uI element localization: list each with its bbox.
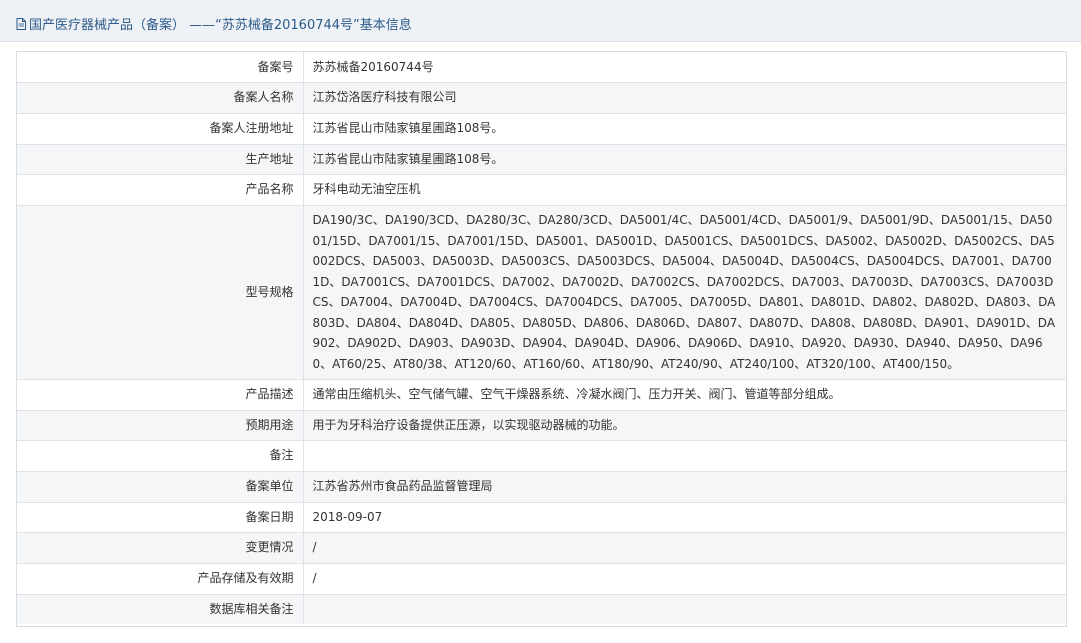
row-label: 产品描述 (17, 379, 304, 411)
row-label: 备注 (17, 440, 304, 472)
row-value: 江苏岱洛医疗科技有限公司 (303, 82, 1066, 114)
document-icon (16, 17, 26, 30)
row-value: / (303, 563, 1066, 595)
row-label: 变更情况 (17, 532, 304, 564)
table-row: 备案号 苏苏械备20160744号 (17, 52, 1066, 83)
row-value: 牙科电动无油空压机 (303, 174, 1066, 206)
info-panel: 备案号 苏苏械备20160744号 备案人名称 江苏岱洛医疗科技有限公司 备案人… (16, 51, 1067, 627)
table-row: 备案人注册地址 江苏省昆山市陆家镇星圃路108号。 (17, 113, 1066, 145)
row-value: DA190/3C、DA190/3CD、DA280/3C、DA280/3CD、DA… (303, 205, 1066, 380)
row-label: 预期用途 (17, 410, 304, 441)
table-row: 生产地址 江苏省昆山市陆家镇星圃路108号。 (17, 144, 1066, 175)
row-value: 用于为牙科治疗设备提供正压源，以实现驱动器械的功能。 (303, 410, 1066, 441)
table-row: 产品名称 牙科电动无油空压机 (17, 174, 1066, 206)
info-table: 备案号 苏苏械备20160744号 备案人名称 江苏岱洛医疗科技有限公司 备案人… (17, 52, 1066, 624)
row-label: 数据库相关备注 (17, 594, 304, 624)
row-label: 生产地址 (17, 144, 304, 175)
row-value (303, 594, 1066, 624)
model-spec-text: DA190/3C、DA190/3CD、DA280/3C、DA280/3CD、DA… (312, 213, 1056, 371)
page-title-text: 国产医疗器械产品（备案） ——“苏苏械备20160744号”基本信息 (29, 18, 412, 33)
table-row: 备注 (17, 440, 1066, 472)
row-label: 备案人名称 (17, 82, 304, 114)
row-value: 江苏省昆山市陆家镇星圃路108号。 (303, 144, 1066, 175)
table-row: 预期用途 用于为牙科治疗设备提供正压源，以实现驱动器械的功能。 (17, 410, 1066, 441)
row-label: 备案人注册地址 (17, 113, 304, 145)
table-row: 备案人名称 江苏岱洛医疗科技有限公司 (17, 82, 1066, 114)
row-label: 产品存储及有效期 (17, 563, 304, 595)
page-title: 国产医疗器械产品（备案） ——“苏苏械备20160744号”基本信息 (16, 14, 412, 33)
row-value: 苏苏械备20160744号 (303, 52, 1066, 83)
table-row: 产品存储及有效期 / (17, 563, 1066, 595)
row-value: / (303, 532, 1066, 564)
table-row: 产品描述 通常由压缩机头、空气储气罐、空气干燥器系统、冷凝水阀门、压力开关、阀门… (17, 379, 1066, 411)
page-header: 国产医疗器械产品（备案） ——“苏苏械备20160744号”基本信息 (0, 0, 1081, 42)
row-label: 备案日期 (17, 502, 304, 533)
row-label: 型号规格 (17, 205, 304, 380)
row-label: 备案号 (17, 52, 304, 83)
row-label: 备案单位 (17, 471, 304, 503)
table-row: 备案单位 江苏省苏州市食品药品监督管理局 (17, 471, 1066, 503)
row-value: 江苏省昆山市陆家镇星圃路108号。 (303, 113, 1066, 145)
row-value: 通常由压缩机头、空气储气罐、空气干燥器系统、冷凝水阀门、压力开关、阀门、管道等部… (303, 379, 1066, 411)
table-row: 变更情况 / (17, 532, 1066, 564)
row-value: 2018-09-07 (303, 502, 1066, 533)
row-value (303, 440, 1066, 472)
table-row: 数据库相关备注 (17, 594, 1066, 624)
row-value: 江苏省苏州市食品药品监督管理局 (303, 471, 1066, 503)
table-row: 型号规格 DA190/3C、DA190/3CD、DA280/3C、DA280/3… (17, 205, 1066, 380)
row-label: 产品名称 (17, 174, 304, 206)
table-row: 备案日期 2018-09-07 (17, 502, 1066, 533)
